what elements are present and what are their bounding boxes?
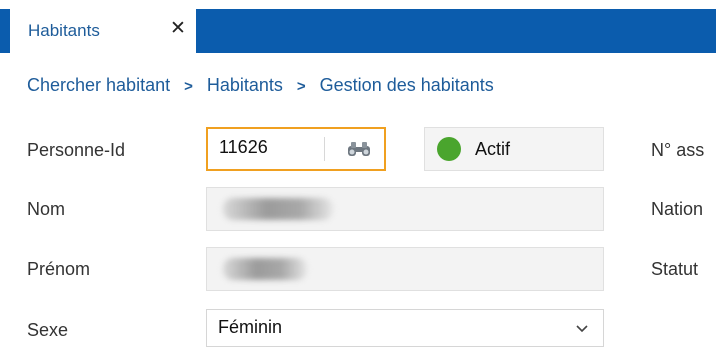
breadcrumb-separator: > [184,78,193,95]
breadcrumb-item-chercher-habitant[interactable]: Chercher habitant [27,75,170,95]
status-indicator: Actif [424,127,604,171]
no-ass-label: N° ass [651,140,705,160]
redacted-value [223,258,307,280]
chevron-down-icon [576,325,588,333]
status-active-dot [437,137,461,161]
sexe-label: Sexe [27,320,69,340]
prenom-field[interactable] [206,247,604,291]
nom-field[interactable] [206,187,604,231]
tab-habitants[interactable]: Habitants ✕ [10,9,196,53]
person-id-value: 11626 [219,137,268,157]
breadcrumb-separator: > [296,78,306,95]
tab-label: Habitants [28,21,100,40]
person-id-field[interactable]: 11626 [206,127,386,171]
breadcrumb: Chercher habitant > Habitants > Gestion des … [27,75,494,96]
sexe-select[interactable]: Féminin [206,309,604,347]
status-text: Actif [475,139,511,159]
redacted-value [223,198,333,220]
field-divider [324,137,325,161]
nation-label: Nation [651,199,704,219]
close-icon[interactable]: ✕ [170,19,186,39]
binoculars-icon[interactable] [346,140,372,158]
person-id-label: Personne-Id [27,140,126,160]
statut-label: Statut [651,259,699,279]
sexe-value: Féminin [218,317,283,337]
breadcrumb-item-habitants[interactable]: Habitants [207,75,283,95]
nom-label: Nom [27,199,66,219]
tab-bar: Habitants ✕ [0,9,716,53]
breadcrumb-item-gestion-des-habitants[interactable]: Gestion des habitants [320,75,494,95]
prenom-label: Prénom [27,259,91,279]
